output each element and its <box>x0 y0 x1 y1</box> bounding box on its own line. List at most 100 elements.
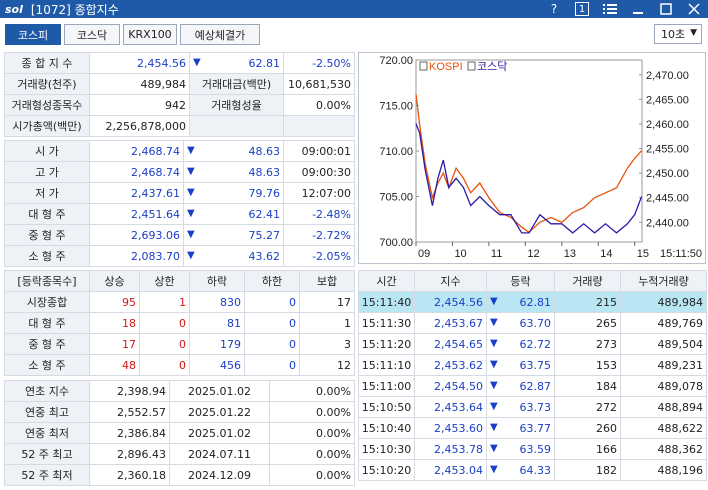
right-axis-tick-label: 2,440.00 <box>646 217 689 229</box>
extreme-date: 2025.01.02 <box>169 422 270 444</box>
breadth-lower: 0 <box>244 291 300 313</box>
breadth-row-label: 시장종합 <box>4 291 90 313</box>
x-axis-tick-label: 12 <box>527 248 539 260</box>
formed-rate-value: 0.00% <box>283 94 355 116</box>
extreme-label: 연중 최저 <box>4 422 90 444</box>
tick-row[interactable]: 15:11:40 2,454.56 ▼ 62.81 215 489,984 <box>358 291 707 313</box>
down-triangle-icon: ▼ <box>187 186 195 198</box>
breadth-lower: 0 <box>244 354 300 376</box>
right-axis-tick-label: 2,445.00 <box>646 193 689 205</box>
price-row-change-cell: ▼ 79.76 <box>183 182 284 204</box>
tab-kosdaq[interactable]: 코스닥 <box>64 24 120 45</box>
breadth-header: 하락 <box>189 270 245 292</box>
minimize-button[interactable] <box>624 0 652 18</box>
interval-select[interactable]: 10초 ▼ <box>654 24 702 44</box>
tick-row[interactable]: 15:10:20 2,453.04 ▼ 64.33 182 488,196 <box>358 459 707 481</box>
x-axis-tick-label: 13 <box>564 248 576 260</box>
extreme-row: 연초 지수 2,398.94 2025.01.02 0.00% <box>4 380 355 402</box>
mktcap-empty <box>189 115 284 137</box>
ticks-header: 등락 <box>486 270 555 292</box>
tick-change: 62.87 <box>519 379 552 393</box>
index-change: 62.81 <box>248 56 281 70</box>
tick-cum-volume: 489,984 <box>620 291 707 313</box>
tick-row[interactable]: 15:10:30 2,453.78 ▼ 63.59 166 488,362 <box>358 438 707 460</box>
breadth-lower: 0 <box>244 333 300 355</box>
down-triangle-icon: ▼ <box>490 337 498 349</box>
tick-volume: 184 <box>554 375 621 397</box>
tick-change-cell: ▼ 63.59 <box>486 438 555 460</box>
tick-row[interactable]: 15:10:50 2,453.64 ▼ 63.73 272 488,894 <box>358 396 707 418</box>
down-triangle-icon: ▼ <box>490 316 498 328</box>
tick-time: 15:11:00 <box>358 375 415 397</box>
breadth-row-label: 소 형 주 <box>4 354 90 376</box>
ticks-header: 지수 <box>414 270 487 292</box>
help-button[interactable]: ? <box>540 0 568 18</box>
extreme-label: 연중 최고 <box>4 401 90 423</box>
extreme-row: 연중 최고 2,552.57 2025.01.22 0.00% <box>4 401 355 423</box>
breadth-down: 81 <box>189 312 245 334</box>
extreme-pct: 0.00% <box>269 401 355 423</box>
price-row-change: 62.41 <box>248 207 281 221</box>
ticks-header: 누적거래량 <box>620 270 707 292</box>
index-chart: 720.00 715.00 710.00 705.00 700.00 2,470.00 2,… <box>358 52 706 264</box>
tick-volume: 153 <box>554 354 621 376</box>
tick-change: 63.70 <box>519 316 552 330</box>
tick-time: 15:11:40 <box>358 291 415 313</box>
extreme-pct: 0.00% <box>269 422 355 444</box>
breadth-flat: 12 <box>299 354 355 376</box>
price-row-value: 2,083.70 <box>89 245 184 267</box>
tab-kospi[interactable]: 코스피 <box>5 24 61 45</box>
left-axis-tick-label: 720.00 <box>379 55 413 67</box>
breadth-upper: 0 <box>139 333 190 355</box>
tick-time: 15:10:20 <box>358 459 415 481</box>
tab-expected-price[interactable]: 예상체결가 <box>180 24 260 45</box>
window-title: [1072] 종합지수 <box>30 2 119 17</box>
breadth-row: 대 형 주 18 0 81 0 1 <box>4 312 355 334</box>
extreme-value: 2,398.94 <box>89 380 170 402</box>
price-row-label: 고 가 <box>4 161 90 183</box>
breadth-flat: 3 <box>299 333 355 355</box>
tab-krx100[interactable]: KRX100 <box>123 24 177 45</box>
price-row-value: 2,468.74 <box>89 140 184 162</box>
extreme-value: 2,552.57 <box>89 401 170 423</box>
chevron-down-icon: ▼ <box>690 28 697 38</box>
page-number-button[interactable]: 1 <box>568 0 596 18</box>
breadth-header: [등락종목수] <box>4 270 90 292</box>
price-row: 고 가 2,468.74 ▼ 48.63 09:00:30 <box>4 161 355 183</box>
amount-value: 10,681,530 <box>283 73 355 95</box>
tick-index: 2,453.67 <box>414 312 487 334</box>
tick-index: 2,453.64 <box>414 396 487 418</box>
tick-row[interactable]: 15:10:40 2,453.60 ▼ 63.77 260 488,622 <box>358 417 707 439</box>
tick-change-cell: ▼ 62.81 <box>486 291 555 313</box>
tick-change: 64.33 <box>519 463 552 477</box>
index-change-cell: ▼ 62.81 <box>189 52 284 74</box>
menu-button[interactable] <box>596 0 624 18</box>
legend-checkbox-icon[interactable] <box>419 61 428 71</box>
mktcap-value: 2,256,878,000 <box>89 115 190 137</box>
down-triangle-icon: ▼ <box>187 228 195 240</box>
down-triangle-icon: ▼ <box>490 421 498 433</box>
close-button[interactable] <box>680 0 708 18</box>
down-triangle-icon: ▼ <box>490 463 498 475</box>
tick-index: 2,454.56 <box>414 291 487 313</box>
tick-row[interactable]: 15:11:20 2,454.65 ▼ 62.72 273 489,504 <box>358 333 707 355</box>
legend-checkbox-icon[interactable] <box>467 61 476 71</box>
extreme-date: 2025.01.02 <box>169 380 270 402</box>
extreme-row: 연중 최저 2,386.84 2025.01.02 0.00% <box>4 422 355 444</box>
down-triangle-icon: ▼ <box>490 400 498 412</box>
extreme-value: 2,386.84 <box>89 422 170 444</box>
down-triangle-icon: ▼ <box>187 207 195 219</box>
down-triangle-icon: ▼ <box>193 56 201 68</box>
maximize-button[interactable] <box>652 0 680 18</box>
price-row-value: 2,437.61 <box>89 182 184 204</box>
tick-row[interactable]: 15:11:30 2,453.67 ▼ 63.70 265 489,769 <box>358 312 707 334</box>
extreme-date: 2025.01.22 <box>169 401 270 423</box>
extreme-pct: 0.00% <box>269 380 355 402</box>
breadth-up: 48 <box>89 354 140 376</box>
down-triangle-icon: ▼ <box>187 249 195 261</box>
index-label: 종 합 지 수 <box>4 52 90 74</box>
tick-index: 2,453.62 <box>414 354 487 376</box>
ticks-header: 거래량 <box>554 270 621 292</box>
tick-row[interactable]: 15:11:10 2,453.62 ▼ 63.75 153 489,231 <box>358 354 707 376</box>
tick-row[interactable]: 15:11:00 2,454.50 ▼ 62.87 184 489,078 <box>358 375 707 397</box>
